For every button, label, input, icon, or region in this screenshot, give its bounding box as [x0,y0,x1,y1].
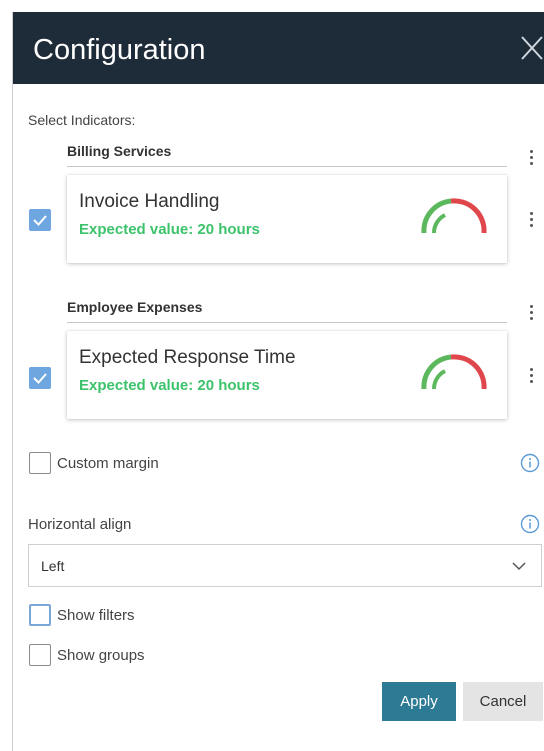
indicator-checkbox-expected-response-time[interactable] [29,367,51,389]
group-title-employee-expenses: Employee Expenses [67,299,203,315]
close-icon[interactable] [519,34,544,62]
group-title-billing-services: Billing Services [67,143,172,159]
apply-button[interactable]: Apply [382,682,456,721]
indicator-card-title: Invoice Handling [79,191,220,212]
indicator-card-expected-value: Expected value: 20 hours [79,221,260,238]
indicator-card-invoice-handling[interactable]: Invoice Handling Expected value: 20 hour… [67,175,507,263]
group-menu-icon[interactable] [525,303,537,323]
custom-margin-label: Custom margin [57,455,159,472]
horizontal-align-value: Left [41,558,65,574]
show-filters-checkbox[interactable] [29,604,51,626]
chevron-down-icon [512,562,526,571]
checkmark-icon [33,373,47,384]
group-divider [67,322,507,323]
info-icon[interactable] [520,453,540,473]
indicator-menu-icon[interactable] [525,366,537,386]
indicator-menu-icon[interactable] [525,210,537,230]
custom-margin-checkbox[interactable] [29,452,51,474]
indicator-card-title: Expected Response Time [79,347,296,368]
horizontal-align-label: Horizontal align [28,516,132,533]
indicator-card-expected-value: Expected value: 20 hours [79,377,260,394]
select-indicators-label: Select Indicators: [28,112,136,128]
group-menu-icon[interactable] [525,148,537,168]
indicator-card-expected-response-time[interactable]: Expected Response Time Expected value: 2… [67,331,507,419]
gauge-icon [421,198,487,234]
dialog-header: Configuration [13,12,544,84]
indicator-checkbox-invoice-handling[interactable] [29,209,51,231]
configuration-panel: Configuration Select Indicators: Billing… [12,12,544,751]
gauge-icon [421,354,487,390]
checkmark-icon [33,215,47,226]
show-groups-label: Show groups [57,647,145,664]
horizontal-align-select[interactable]: Left [28,544,542,587]
cancel-button[interactable]: Cancel [463,682,543,721]
info-icon[interactable] [520,514,540,534]
show-groups-checkbox[interactable] [29,644,51,666]
group-divider [67,166,507,167]
dialog-title: Configuration [33,34,206,66]
show-filters-label: Show filters [57,607,135,624]
